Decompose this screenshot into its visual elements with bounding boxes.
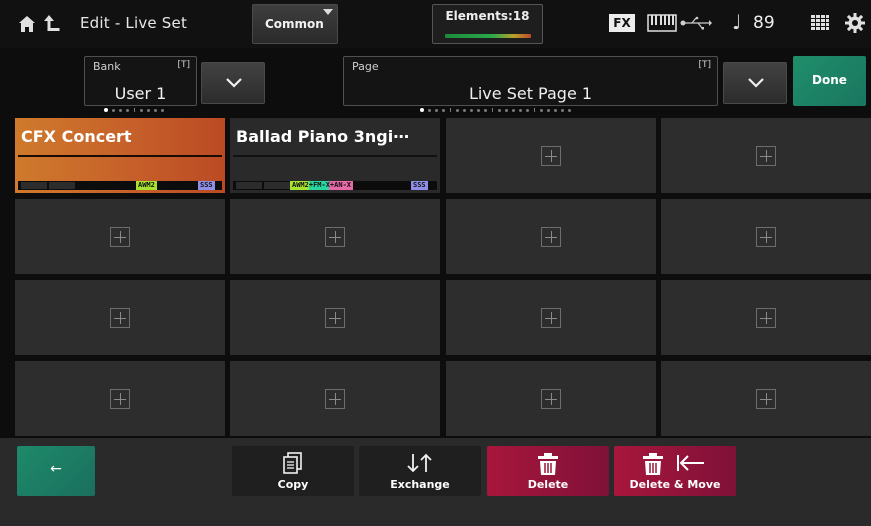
chevron-down-icon xyxy=(226,78,242,88)
live-set-slot-grid: CFX Concert AWM2 SSS Ballad Piano 3ngi⋯ AWM2… xyxy=(15,118,871,438)
part-segment xyxy=(21,182,47,189)
bank-label: Bank xyxy=(93,60,121,73)
gear-icon[interactable] xyxy=(845,13,865,33)
page-indicator xyxy=(420,108,571,112)
performance-name: Ballad Piano 3ngi⋯ xyxy=(236,127,410,146)
copy-label: Copy xyxy=(277,478,309,491)
bank-page-indicator xyxy=(104,108,164,112)
exchange-button[interactable]: Exchange xyxy=(359,446,481,496)
exchange-arrows-icon xyxy=(407,453,432,473)
page-selector[interactable]: Page [T] Live Set Page 1 xyxy=(343,56,718,106)
bank-selector[interactable]: Bank [T] User 1 xyxy=(84,56,197,106)
trash-icon xyxy=(643,453,663,475)
part-segment xyxy=(49,182,75,189)
bank-value: User 1 xyxy=(114,84,167,103)
empty-slot[interactable] xyxy=(15,280,225,355)
delete-and-move-button[interactable]: Delete & Move xyxy=(614,446,736,496)
empty-slot[interactable] xyxy=(446,361,656,436)
tempo-note-icon: ♩ xyxy=(732,10,742,34)
part-segment xyxy=(236,182,262,189)
usb-icon xyxy=(680,16,712,30)
chevron-down-icon xyxy=(748,78,764,88)
move-left-arrow-icon xyxy=(677,455,704,471)
add-plus-icon xyxy=(756,389,776,409)
page-tag: [T] xyxy=(698,60,711,70)
delete-label: Delete xyxy=(527,478,569,491)
slot-divider xyxy=(18,155,222,157)
empty-slot[interactable] xyxy=(15,199,225,274)
up-level-icon[interactable] xyxy=(43,13,61,33)
empty-slot[interactable] xyxy=(661,118,871,193)
engine-tag: SSS xyxy=(198,181,215,190)
add-plus-icon xyxy=(110,308,130,328)
add-plus-icon xyxy=(325,389,345,409)
part-info-strip: AWM2+FM-X+AN-X SSS xyxy=(233,181,437,190)
back-arrow-label: ← xyxy=(50,461,62,477)
add-plus-icon xyxy=(541,389,561,409)
page-label: Page xyxy=(352,60,379,73)
done-button[interactable]: Done xyxy=(793,56,866,106)
add-plus-icon xyxy=(325,227,345,247)
add-plus-icon xyxy=(110,389,130,409)
copy-icon xyxy=(283,452,302,474)
common-tab-label: Common xyxy=(265,17,324,31)
delete-and-move-label: Delete & Move xyxy=(629,478,721,491)
bank-tag: [T] xyxy=(177,60,190,70)
trash-icon xyxy=(538,453,558,475)
engine-tag: AWM2 xyxy=(136,181,157,190)
add-plus-icon xyxy=(756,227,776,247)
engine-tag: AWM2+FM-X+AN-X xyxy=(290,181,354,190)
add-plus-icon xyxy=(541,308,561,328)
add-plus-icon xyxy=(110,227,130,247)
slot-divider xyxy=(233,155,437,157)
page-value: Live Set Page 1 xyxy=(468,84,593,103)
elements-meter xyxy=(445,34,531,38)
empty-slot[interactable] xyxy=(230,361,440,436)
empty-slot[interactable] xyxy=(446,199,656,274)
copy-button[interactable]: Copy xyxy=(232,446,354,496)
done-label: Done xyxy=(812,73,847,87)
empty-slot[interactable] xyxy=(661,199,871,274)
add-plus-icon xyxy=(756,146,776,166)
fx-badge[interactable]: FX xyxy=(609,14,635,32)
bank-dropdown-button[interactable] xyxy=(201,62,265,104)
engine-tag: SSS xyxy=(411,181,428,190)
empty-slot[interactable] xyxy=(446,118,656,193)
empty-slot[interactable] xyxy=(230,280,440,355)
home-icon[interactable] xyxy=(18,15,36,33)
empty-slot[interactable] xyxy=(446,280,656,355)
page-title: Edit - Live Set xyxy=(80,14,188,32)
delete-button[interactable]: Delete xyxy=(487,446,609,496)
page-dropdown-button[interactable] xyxy=(723,62,787,104)
add-plus-icon xyxy=(541,227,561,247)
add-plus-icon xyxy=(756,308,776,328)
quick-access-grid-icon[interactable] xyxy=(811,15,829,31)
common-tab[interactable]: Common xyxy=(252,4,338,44)
tempo-value[interactable]: 89 xyxy=(753,13,775,33)
performance-name: CFX Concert xyxy=(21,127,132,146)
bottom-toolbar: ← Copy Exchange Delete Delete & Move xyxy=(0,438,871,526)
part-info-strip: AWM2 SSS xyxy=(18,181,222,190)
elements-count: Elements:18 xyxy=(445,9,530,23)
empty-slot[interactable] xyxy=(661,361,871,436)
performance-slot[interactable]: Ballad Piano 3ngi⋯ AWM2+FM-X+AN-X SSS xyxy=(230,118,440,193)
exchange-label: Exchange xyxy=(390,478,450,491)
elements-indicator: Elements:18 xyxy=(432,4,543,44)
empty-slot[interactable] xyxy=(15,361,225,436)
keyboard-icon xyxy=(647,14,677,32)
top-bar: Edit - Live Set Common Elements:18 FX ♩ … xyxy=(0,0,871,48)
part-segment xyxy=(264,182,290,189)
performance-slot-selected[interactable]: CFX Concert AWM2 SSS xyxy=(15,118,225,193)
empty-slot[interactable] xyxy=(230,199,440,274)
add-plus-icon xyxy=(541,146,561,166)
empty-slot[interactable] xyxy=(661,280,871,355)
back-button[interactable]: ← xyxy=(17,446,95,496)
dropdown-triangle-icon xyxy=(323,9,333,15)
add-plus-icon xyxy=(325,308,345,328)
